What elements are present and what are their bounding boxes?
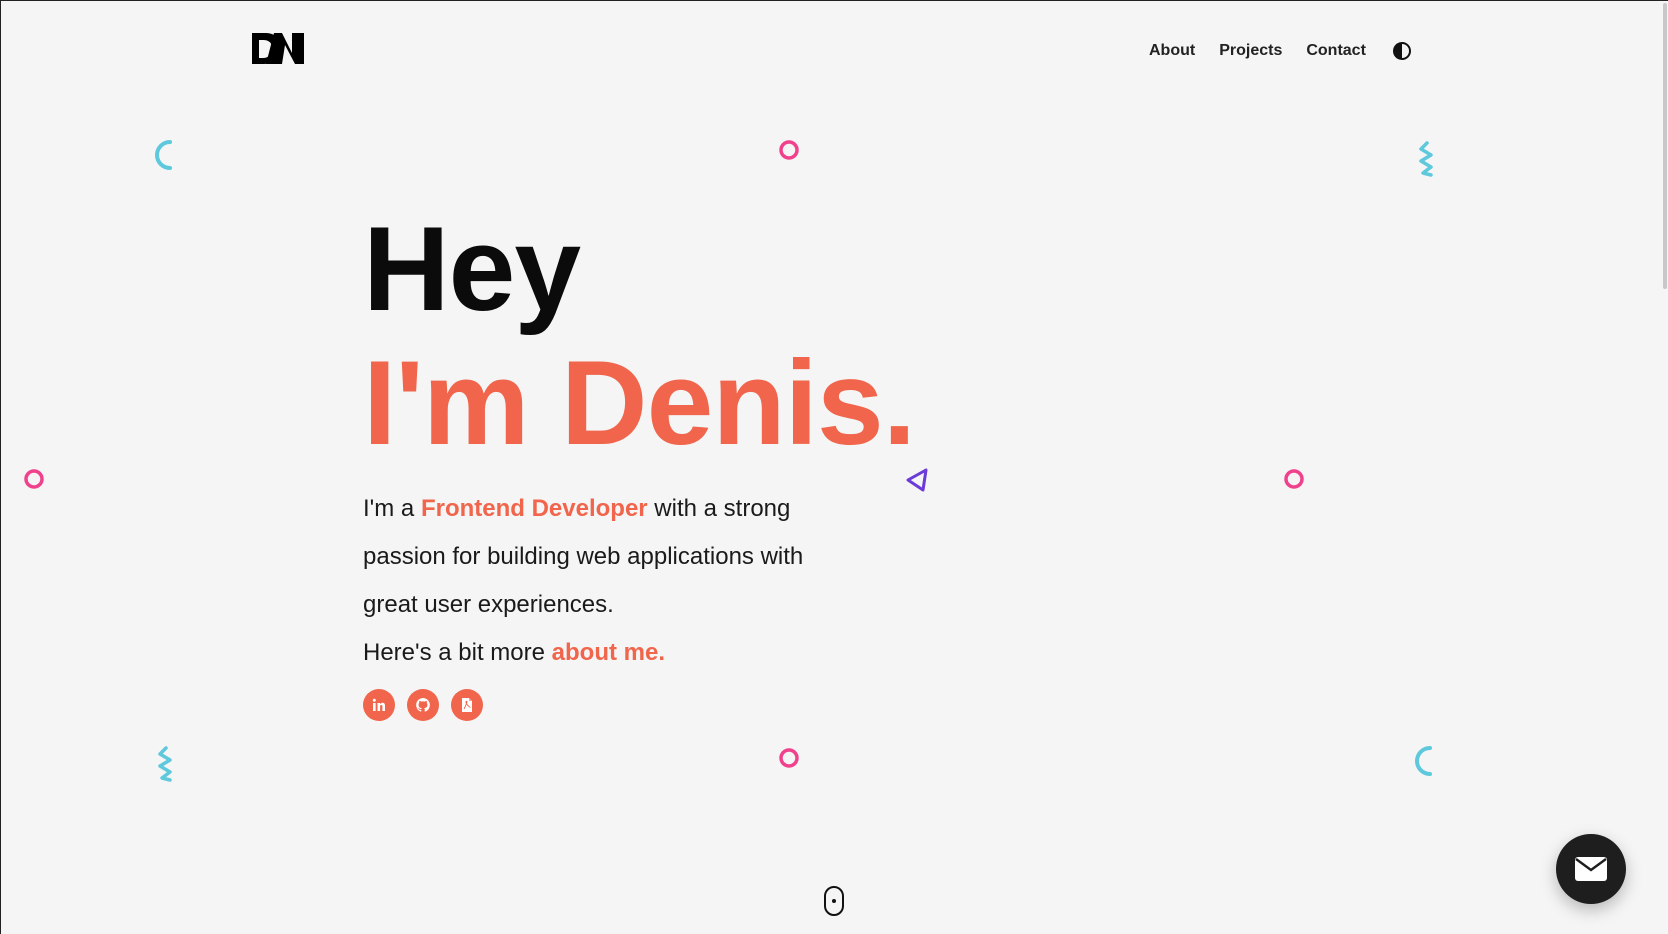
- hero-section: Hey I'm Denis. I'm a Frontend Developer …: [363, 202, 916, 721]
- logo[interactable]: [252, 31, 304, 67]
- mouse-icon[interactable]: [823, 885, 845, 917]
- intro-role: Frontend Developer: [420, 495, 648, 522]
- github-button[interactable]: [407, 689, 439, 721]
- contrast-icon[interactable]: [1392, 41, 1412, 61]
- nav-about-link[interactable]: About: [1149, 42, 1195, 60]
- crescent-decoration-top-left: [155, 140, 172, 170]
- main-nav: About Projects Contact: [1149, 41, 1412, 61]
- mail-icon: [1575, 857, 1607, 881]
- zigzag-decoration-top-right: [1419, 141, 1433, 177]
- social-links: [363, 689, 915, 721]
- hero-intro: I'm a Frontend Developer with a strong p…: [363, 485, 833, 629]
- hero-greeting: Hey: [363, 202, 581, 336]
- github-icon: [416, 698, 430, 712]
- ring-decoration-right: [1284, 469, 1304, 489]
- resume-button[interactable]: [451, 689, 483, 721]
- page-scrollbar[interactable]: [1662, 1, 1668, 934]
- contact-mail-button[interactable]: [1556, 834, 1626, 904]
- nav-contact-link[interactable]: Contact: [1306, 42, 1366, 60]
- intro-prefix: I'm a: [363, 495, 421, 522]
- about-me-link[interactable]: about me.: [552, 639, 665, 666]
- ring-decoration-left: [24, 469, 44, 489]
- nav-projects-link[interactable]: Projects: [1219, 42, 1282, 60]
- ring-decoration-bottom-center: [779, 748, 799, 768]
- more-prefix: Here's a bit more: [363, 639, 552, 666]
- resume-icon: [462, 698, 472, 712]
- crescent-decoration-bottom-right: [1415, 746, 1432, 776]
- scrollbar-thumb[interactable]: [1663, 3, 1667, 289]
- ring-decoration-top-center: [779, 140, 799, 160]
- linkedin-button[interactable]: [363, 689, 395, 721]
- hero-more: Here's a bit more about me.: [363, 629, 915, 677]
- linkedin-icon: [372, 698, 385, 711]
- zigzag-decoration-bottom-left: [158, 746, 172, 782]
- hero-name: I'm Denis.: [363, 336, 916, 470]
